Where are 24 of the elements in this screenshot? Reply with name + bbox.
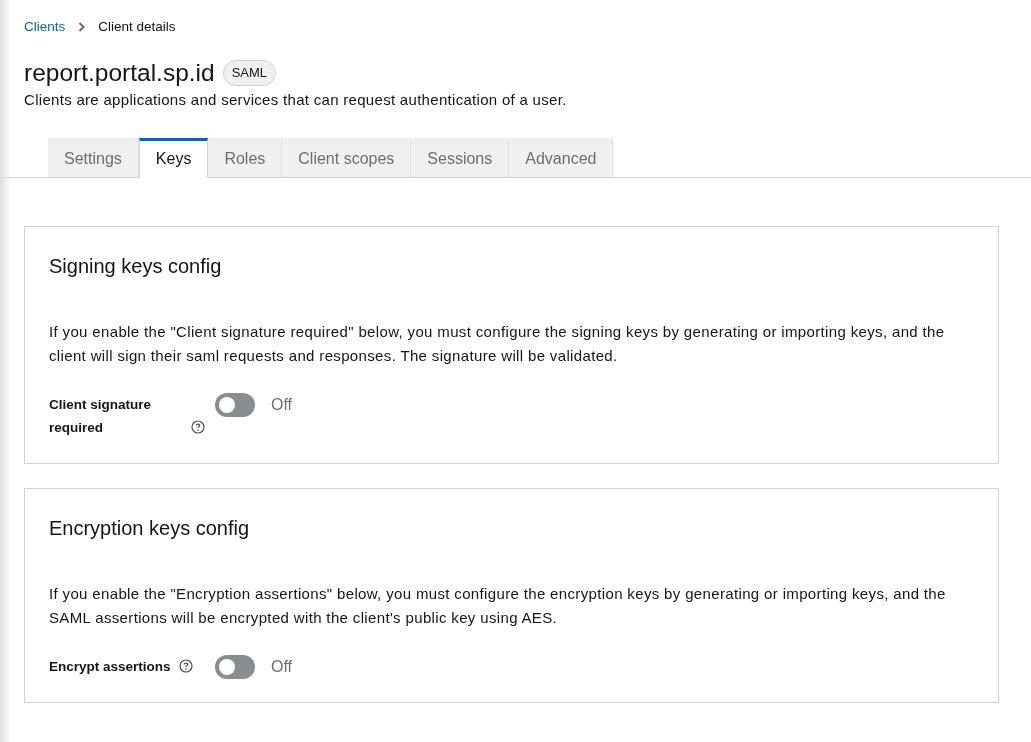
tab[interactable]: Advanced [509, 138, 614, 178]
field-label: Client signature required [49, 396, 152, 437]
toggle-switch[interactable] [215, 392, 255, 417]
page-title: report.portal.sp.id [24, 58, 215, 88]
tab[interactable]: Sessions [411, 138, 510, 178]
field-label: Encrypt assertions [49, 658, 171, 676]
page-description: Clients are applications and services that can request authentication of a user. [24, 90, 568, 110]
breadcrumb-current: Client details [98, 19, 176, 35]
tab[interactable]: Keys [138, 138, 209, 178]
toggle-switch[interactable] [215, 654, 255, 679]
toggle-state-text: Off [271, 394, 293, 415]
tab[interactable]: Roles [208, 138, 283, 178]
tab[interactable]: Settings [48, 138, 139, 178]
tab[interactable]: Client scopes [282, 138, 412, 178]
card-description: If you enable the "Encryption assertions" below, you must configure the encryption keys by generating or importing keys, and the SAML assertions will be encrypted with the client's public key using AES. [49, 584, 947, 628]
card-title: Encryption keys config [49, 516, 251, 541]
toggle-state-text: Off [271, 656, 293, 677]
chevron-right-icon [78, 22, 86, 32]
card-title: Signing keys config [49, 254, 223, 279]
card-description: If you enable the "Client signature required" below, you must configure the signing keys by generating or importing keys, and the client will sign their saml requests and responses. The signature will be validated. [49, 322, 946, 366]
breadcrumb-link[interactable]: Clients [24, 19, 66, 35]
protocol-badge: SAML [222, 60, 277, 86]
help-icon[interactable] [191, 420, 205, 434]
help-icon[interactable] [178, 659, 193, 673]
